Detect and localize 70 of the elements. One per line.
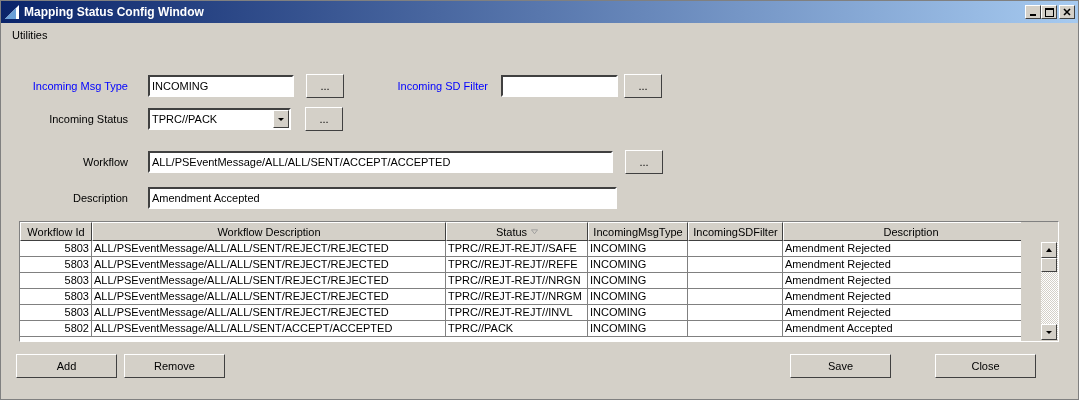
window-title: Mapping Status Config Window: [24, 5, 205, 19]
field-label[interactable]: Incoming SD Filter: [344, 80, 488, 92]
column-header[interactable]: Workflow Id: [20, 222, 92, 241]
table-cell: INCOMING: [588, 241, 688, 257]
maximize-icon: [1044, 7, 1054, 17]
table-cell: INCOMING: [588, 289, 688, 305]
action-button[interactable]: Add: [16, 354, 117, 378]
table-cell: TPRC//REJT-REJT//INVL: [446, 305, 588, 321]
action-button[interactable]: Save: [790, 354, 891, 378]
table-cell: TPRC//REJT-REJT//NRGN: [446, 273, 588, 289]
table-cell: TPRC//REJT-REJT//SAFE: [446, 241, 588, 257]
app-icon: [4, 4, 20, 20]
table-cell: Amendment Rejected: [783, 257, 1022, 273]
column-header[interactable]: IncomingMsgType: [588, 222, 688, 241]
table-cell: Amendment Accepted: [783, 321, 1022, 337]
table-cell: Amendment Rejected: [783, 241, 1022, 257]
table-cell: ALL/PSEventMessage/ALL/ALL/SENT/REJECT/REJECTED: [92, 257, 446, 273]
table-cell: INCOMING: [588, 273, 688, 289]
input-field[interactable]: [501, 75, 618, 97]
input-field[interactable]: INCOMING: [148, 75, 294, 97]
input-field[interactable]: Amendment Accepted: [148, 187, 617, 209]
close-icon: [1063, 8, 1071, 16]
menu-item[interactable]: Utilities: [12, 29, 48, 41]
minimize-button[interactable]: [1025, 5, 1041, 19]
table-cell: 5803: [20, 289, 92, 305]
table-cell: 5802: [20, 321, 92, 337]
table-cell: Amendment Rejected: [783, 289, 1022, 305]
table-cell: TPRC//REJT-REJT//NRGM: [446, 289, 588, 305]
field-label: Description: [71, 192, 128, 204]
table-cell: ALL/PSEventMessage/ALL/ALL/SENT/REJECT/REJECTED: [92, 305, 446, 321]
table-cell: INCOMING: [588, 305, 688, 321]
action-button[interactable]: Remove: [124, 354, 225, 378]
action-button[interactable]: Close: [935, 354, 1036, 378]
filter-icon: [531, 228, 539, 235]
scroll-thumb[interactable]: [1041, 258, 1058, 272]
table-cell: 5803: [20, 241, 92, 257]
browse-button[interactable]: ...: [305, 107, 343, 131]
table-cell: 5803: [20, 305, 92, 321]
scrollbar[interactable]: [1041, 242, 1058, 340]
column-header[interactable]: Description: [783, 222, 1022, 241]
table-cell: Amendment Rejected: [783, 305, 1022, 321]
column-header[interactable]: Workflow Description: [92, 222, 446, 241]
table-cell: INCOMING: [588, 257, 688, 273]
maximize-button[interactable]: [1041, 5, 1057, 19]
table-cell: ALL/PSEventMessage/ALL/ALL/SENT/REJECT/REJECTED: [92, 289, 446, 305]
field-label[interactable]: Incoming Msg Type: [1, 80, 128, 92]
table-cell: 5803: [20, 257, 92, 273]
table-cell: 5803: [20, 273, 92, 289]
table-cell: Amendment Rejected: [783, 273, 1022, 289]
column-header[interactable]: Status: [446, 222, 588, 241]
close-button[interactable]: [1059, 5, 1075, 19]
field-label: Incoming Status: [48, 113, 128, 125]
table-cell: TPRC//PACK: [446, 321, 588, 337]
browse-button[interactable]: ...: [624, 74, 662, 98]
up-arrow-icon: [1045, 247, 1054, 253]
table-cell: ALL/PSEventMessage/ALL/ALL/SENT/ACCEPT/ACCEPTED: [92, 321, 446, 337]
table-cell: INCOMING: [588, 321, 688, 337]
column-header[interactable]: IncomingSDFilter: [688, 222, 783, 241]
table-cell: ALL/PSEventMessage/ALL/ALL/SENT/REJECT/REJECTED: [92, 241, 446, 257]
table-cell: TPRC//REJT-REJT//REFE: [446, 257, 588, 273]
scroll-down-button[interactable]: [1041, 324, 1058, 340]
scroll-up-button[interactable]: [1041, 242, 1058, 258]
status-dropdown[interactable]: TPRC//PACK: [148, 108, 291, 130]
table-cell: ALL/PSEventMessage/ALL/ALL/SENT/REJECT/REJECTED: [92, 273, 446, 289]
down-arrow-icon: [1045, 329, 1054, 335]
browse-button[interactable]: ...: [625, 150, 663, 174]
browse-button[interactable]: ...: [306, 74, 344, 98]
input-field[interactable]: ALL/PSEventMessage/ALL/ALL/SENT/ACCEPT/ACCEPTED: [148, 151, 613, 173]
field-label: Workflow: [81, 156, 128, 168]
dropdown-arrow-icon: [277, 116, 285, 122]
